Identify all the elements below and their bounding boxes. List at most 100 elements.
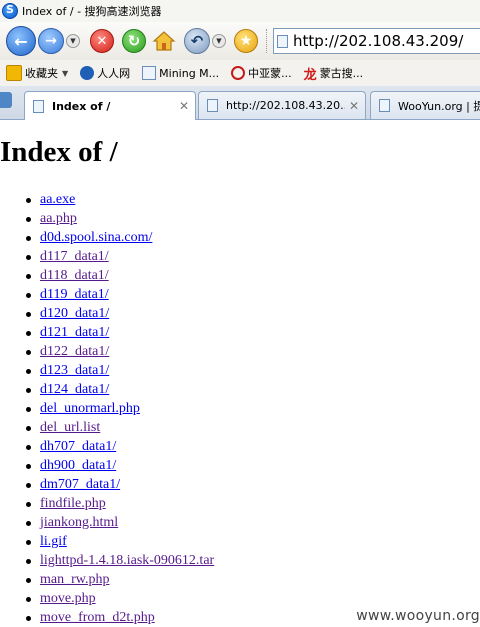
- home-button[interactable]: [152, 29, 176, 53]
- ie-icon: [231, 66, 246, 80]
- file-link[interactable]: findfile.php: [40, 496, 106, 511]
- arrow-left-icon: ←: [14, 31, 28, 51]
- file-link[interactable]: aa.exe: [40, 192, 75, 207]
- file-link[interactable]: move_from_d2t.php: [40, 610, 155, 625]
- refresh-button[interactable]: ↻: [122, 29, 146, 53]
- navigation-toolbar: ← → ▼ ✕ ↻ ↶ ▼ ★ http://202.108.43.209/: [0, 22, 480, 60]
- list-item: move.php: [25, 589, 214, 608]
- refresh-icon: ↻: [127, 32, 141, 50]
- dragon-icon: 龙: [303, 67, 317, 83]
- toolbar-separator: [266, 29, 267, 53]
- file-link[interactable]: man_rw.php: [40, 572, 109, 587]
- file-link[interactable]: li.gif: [40, 534, 67, 549]
- page-icon: [142, 66, 157, 80]
- list-item: del_url.list: [25, 418, 214, 437]
- file-link[interactable]: del_unormarl.php: [40, 401, 140, 416]
- address-text[interactable]: http://202.108.43.209/: [293, 32, 463, 50]
- back-button[interactable]: ←: [6, 26, 36, 56]
- file-link[interactable]: d117_data1/: [40, 249, 109, 264]
- favorite-item-menggu[interactable]: 龙 蒙古搜...: [304, 64, 364, 83]
- favorite-item-renren[interactable]: 人人网: [80, 65, 130, 81]
- file-link[interactable]: d124_data1/: [40, 382, 109, 397]
- close-icon[interactable]: ✕: [179, 99, 189, 113]
- tab-index-of[interactable]: Index of / ✕: [24, 91, 196, 120]
- favorites-menu-label: 收藏夹: [25, 67, 58, 80]
- list-item: li.gif: [25, 532, 214, 551]
- list-item: d118_data1/: [25, 266, 214, 285]
- undo-close-tab-button[interactable]: ↶: [184, 28, 210, 54]
- list-item: d124_data1/: [25, 380, 214, 399]
- file-link[interactable]: dm707_data1/: [40, 477, 120, 492]
- add-favorite-button[interactable]: ★: [234, 29, 258, 53]
- page-icon: [379, 99, 390, 112]
- list-item: d123_data1/: [25, 361, 214, 380]
- arrow-right-icon: →: [45, 33, 57, 49]
- list-item: aa.php: [25, 209, 214, 228]
- list-item: d120_data1/: [25, 304, 214, 323]
- chevron-down-icon: ▼: [62, 68, 69, 78]
- tab-label: Index of /: [52, 99, 111, 113]
- tab-ip-address[interactable]: http://202.108.43.20... ✕: [198, 91, 366, 119]
- file-link[interactable]: del_url.list: [40, 420, 100, 435]
- list-item: dh707_data1/: [25, 437, 214, 456]
- chevron-down-icon: ▼: [70, 37, 76, 45]
- page-icon: [33, 99, 44, 113]
- renren-icon: [80, 66, 95, 80]
- home-icon: [152, 31, 176, 51]
- file-link[interactable]: lighttpd-1.4.18.iask-090612.tar: [40, 553, 214, 568]
- favorite-item-zhongya[interactable]: 中亚蒙...: [231, 65, 292, 81]
- favorite-item-label: 蒙古搜...: [319, 67, 364, 80]
- list-item: dm707_data1/: [25, 475, 214, 494]
- file-link[interactable]: d123_data1/: [40, 363, 109, 378]
- favorite-item-mining[interactable]: Mining M...: [142, 66, 219, 80]
- history-dropdown-button[interactable]: ▼: [66, 34, 80, 48]
- file-link[interactable]: d122_data1/: [40, 344, 109, 359]
- file-link[interactable]: jiankong.html: [40, 515, 118, 530]
- page-content: Index of / aa.exe aa.php d0d.spool.sina.co…: [0, 120, 480, 627]
- list-item: man_rw.php: [25, 570, 214, 589]
- sogou-browser-logo-icon: [2, 3, 18, 19]
- favorite-item-label: Mining M...: [159, 66, 220, 80]
- chevron-down-icon: ▼: [216, 37, 222, 45]
- favorites-bar: 收藏夹 ▼ 人人网 Mining M... 中亚蒙... 龙 蒙古搜...: [0, 60, 480, 86]
- file-link[interactable]: aa.php: [40, 211, 77, 226]
- file-link[interactable]: move.php: [40, 591, 96, 606]
- tab-bar: Index of / ✕ http://202.108.43.20... ✕ W…: [0, 86, 480, 120]
- file-link[interactable]: d0d.spool.sina.com/: [40, 230, 152, 245]
- list-item: d117_data1/: [25, 247, 214, 266]
- stop-button[interactable]: ✕: [90, 29, 114, 53]
- close-icon[interactable]: ✕: [349, 99, 359, 113]
- list-item: move_from_d2t.php: [25, 608, 214, 627]
- list-item: d119_data1/: [25, 285, 214, 304]
- undo-dropdown-button[interactable]: ▼: [212, 34, 226, 48]
- file-link[interactable]: d121_data1/: [40, 325, 109, 340]
- file-link[interactable]: d118_data1/: [40, 268, 109, 283]
- forward-button[interactable]: →: [38, 28, 64, 54]
- window-title: Index of / - 搜狗高速浏览器: [22, 5, 162, 18]
- list-item: d122_data1/: [25, 342, 214, 361]
- file-link[interactable]: dh707_data1/: [40, 439, 116, 454]
- page-heading: Index of /: [0, 136, 118, 168]
- list-item: jiankong.html: [25, 513, 214, 532]
- favorite-item-label: 中亚蒙...: [248, 67, 292, 80]
- tab-wooyun[interactable]: WooYun.org | 提: [370, 91, 480, 119]
- tab-sidebar-toggle[interactable]: [0, 92, 12, 108]
- list-item: lighttpd-1.4.18.iask-090612.tar: [25, 551, 214, 570]
- page-icon: [277, 34, 288, 48]
- list-item: findfile.php: [25, 494, 214, 513]
- undo-icon: ↶: [190, 32, 204, 50]
- close-icon: ✕: [96, 33, 108, 49]
- file-link[interactable]: dh900_data1/: [40, 458, 116, 473]
- list-item: del_unormarl.php: [25, 399, 214, 418]
- list-item: d0d.spool.sina.com/: [25, 228, 214, 247]
- title-bar: Index of / - 搜狗高速浏览器: [0, 0, 480, 22]
- list-item: aa.exe: [25, 190, 214, 209]
- page-icon: [207, 99, 218, 112]
- file-link[interactable]: d119_data1/: [40, 287, 109, 302]
- tab-label: http://202.108.43.20...: [226, 99, 345, 112]
- favorites-menu[interactable]: 收藏夹 ▼: [6, 65, 68, 81]
- favorites-folder-icon: [6, 65, 22, 81]
- watermark: www.wooyun.org: [356, 608, 480, 624]
- address-bar[interactable]: http://202.108.43.209/: [273, 28, 480, 54]
- file-link[interactable]: d120_data1/: [40, 306, 109, 321]
